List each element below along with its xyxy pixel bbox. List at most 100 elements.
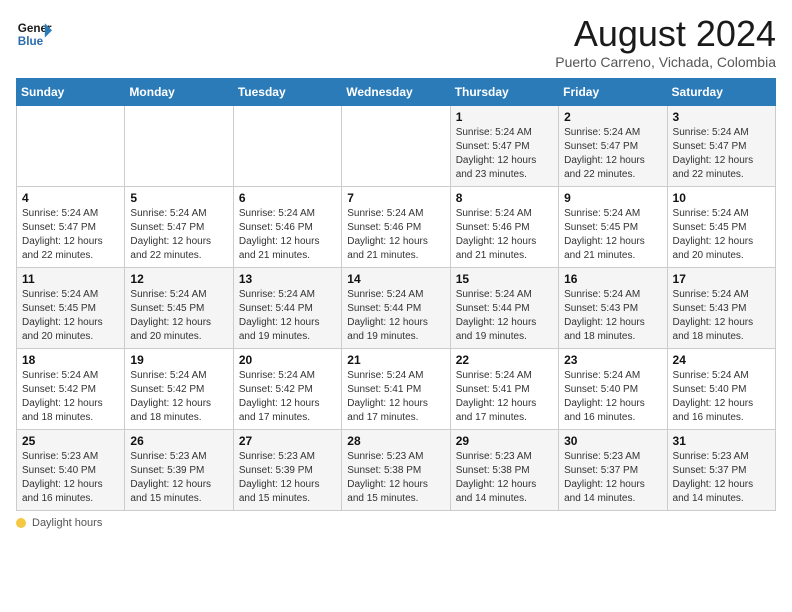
calendar-week-1: 1Sunrise: 5:24 AMSunset: 5:47 PMDaylight…: [17, 106, 776, 187]
day-info: Sunrise: 5:24 AMSunset: 5:45 PMDaylight:…: [564, 207, 661, 263]
day-number: 29: [456, 434, 553, 448]
day-number: 4: [22, 191, 119, 205]
day-number: 23: [564, 353, 661, 367]
header-cell-monday: Monday: [125, 79, 233, 106]
calendar-cell: 2Sunrise: 5:24 AMSunset: 5:47 PMDaylight…: [559, 106, 667, 187]
calendar-cell: 30Sunrise: 5:23 AMSunset: 5:37 PMDayligh…: [559, 430, 667, 511]
day-info: Sunrise: 5:23 AMSunset: 5:38 PMDaylight:…: [347, 450, 444, 506]
calendar-cell: 12 Sunrise: 5:24 AMSunset: 5:45 PMDayligh…: [125, 268, 233, 349]
logo-icon: General Blue: [16, 16, 52, 52]
day-info: Sunrise: 5:24 AMSunset: 5:41 PMDaylight:…: [347, 369, 444, 425]
day-info: Sunrise: 5:24 AMSunset: 5:44 PMDaylight:…: [347, 288, 444, 344]
day-number: 28: [347, 434, 444, 448]
calendar-cell: 7 Sunrise: 5:24 AMSunset: 5:46 PMDaylight…: [342, 187, 450, 268]
day-info: Sunrise: 5:24 AMSunset: 5:44 PMDaylight:…: [456, 288, 553, 344]
day-number: 5: [130, 191, 227, 205]
header-cell-wednesday: Wednesday: [342, 79, 450, 106]
day-number: 13: [239, 272, 336, 286]
day-info: Sunrise: 5:24 AMSunset: 5:47 PMDaylight:…: [22, 207, 119, 263]
day-info: Sunrise: 5:24 AMSunset: 5:47 PMDaylight:…: [456, 126, 553, 182]
calendar-cell: 14 Sunrise: 5:24 AMSunset: 5:44 PMDayligh…: [342, 268, 450, 349]
day-info: Sunrise: 5:23 AMSunset: 5:39 PMDaylight:…: [239, 450, 336, 506]
day-info: Sunrise: 5:24 AMSunset: 5:40 PMDaylight:…: [564, 369, 661, 425]
calendar-cell: 23 Sunrise: 5:24 AMSunset: 5:40 PMDayligh…: [559, 349, 667, 430]
header-cell-sunday: Sunday: [17, 79, 125, 106]
calendar-cell: 13Sunrise: 5:24 AMSunset: 5:44 PMDayligh…: [233, 268, 341, 349]
day-info: Sunrise: 5:24 AMSunset: 5:46 PMDaylight:…: [456, 207, 553, 263]
calendar-cell: 9Sunrise: 5:24 AMSunset: 5:45 PMDaylight…: [559, 187, 667, 268]
day-number: 25: [22, 434, 119, 448]
location: Puerto Carreno, Vichada, Colombia: [555, 54, 776, 70]
header-cell-friday: Friday: [559, 79, 667, 106]
day-number: 21: [347, 353, 444, 367]
daylight-label: Daylight hours: [32, 517, 102, 529]
day-number: 22: [456, 353, 553, 367]
svg-text:Blue: Blue: [18, 35, 44, 48]
day-info: Sunrise: 5:24 AMSunset: 5:45 PMDaylight:…: [22, 288, 119, 344]
day-info: Sunrise: 5:23 AMSunset: 5:38 PMDaylight:…: [456, 450, 553, 506]
day-info: Sunrise: 5:24 AMSunset: 5:45 PMDaylight:…: [130, 288, 227, 344]
calendar-cell: 18 Sunrise: 5:24 AMSunset: 5:42 PMDayligh…: [17, 349, 125, 430]
calendar-week-2: 4 Sunrise: 5:24 AMSunset: 5:47 PMDaylight…: [17, 187, 776, 268]
day-number: 11: [22, 272, 119, 286]
calendar-cell: [342, 106, 450, 187]
day-info: Sunrise: 5:24 AMSunset: 5:42 PMDaylight:…: [239, 369, 336, 425]
calendar-cell: 29 Sunrise: 5:23 AMSunset: 5:38 PMDayligh…: [450, 430, 558, 511]
day-number: 12: [130, 272, 227, 286]
day-number: 19: [130, 353, 227, 367]
day-info: Sunrise: 5:24 AMSunset: 5:47 PMDaylight:…: [673, 126, 770, 182]
day-info: Sunrise: 5:24 AMSunset: 5:42 PMDaylight:…: [22, 369, 119, 425]
calendar-cell: 1Sunrise: 5:24 AMSunset: 5:47 PMDaylight…: [450, 106, 558, 187]
day-info: Sunrise: 5:24 AMSunset: 5:43 PMDaylight:…: [673, 288, 770, 344]
calendar-header: SundayMondayTuesdayWednesdayThursdayFrid…: [17, 79, 776, 106]
calendar-cell: [125, 106, 233, 187]
day-number: 7: [347, 191, 444, 205]
footer-note: Daylight hours: [16, 517, 776, 529]
calendar-body: 1Sunrise: 5:24 AMSunset: 5:47 PMDaylight…: [17, 106, 776, 511]
day-info: Sunrise: 5:24 AMSunset: 5:42 PMDaylight:…: [130, 369, 227, 425]
day-number: 16: [564, 272, 661, 286]
day-number: 17: [673, 272, 770, 286]
logo: General Blue: [16, 16, 52, 52]
calendar-cell: 31 Sunrise: 5:23 AMSunset: 5:37 PMDayligh…: [667, 430, 775, 511]
day-info: Sunrise: 5:23 AMSunset: 5:40 PMDaylight:…: [22, 450, 119, 506]
calendar-week-5: 25 Sunrise: 5:23 AMSunset: 5:40 PMDayligh…: [17, 430, 776, 511]
day-info: Sunrise: 5:24 AMSunset: 5:47 PMDaylight:…: [130, 207, 227, 263]
day-number: 26: [130, 434, 227, 448]
calendar-cell: 17 Sunrise: 5:24 AMSunset: 5:43 PMDayligh…: [667, 268, 775, 349]
day-info: Sunrise: 5:24 AMSunset: 5:45 PMDaylight:…: [673, 207, 770, 263]
calendar-table: SundayMondayTuesdayWednesdayThursdayFrid…: [16, 78, 776, 511]
header-cell-saturday: Saturday: [667, 79, 775, 106]
day-number: 27: [239, 434, 336, 448]
day-info: Sunrise: 5:24 AMSunset: 5:46 PMDaylight:…: [347, 207, 444, 263]
day-number: 20: [239, 353, 336, 367]
day-info: Sunrise: 5:24 AMSunset: 5:47 PMDaylight:…: [564, 126, 661, 182]
day-number: 18: [22, 353, 119, 367]
calendar-week-3: 11 Sunrise: 5:24 AMSunset: 5:45 PMDayligh…: [17, 268, 776, 349]
calendar-cell: 20 Sunrise: 5:24 AMSunset: 5:42 PMDayligh…: [233, 349, 341, 430]
day-info: Sunrise: 5:23 AMSunset: 5:37 PMDaylight:…: [564, 450, 661, 506]
day-info: Sunrise: 5:23 AMSunset: 5:37 PMDaylight:…: [673, 450, 770, 506]
month-title: August 2024: [555, 16, 776, 52]
day-number: 14: [347, 272, 444, 286]
calendar-cell: 25 Sunrise: 5:23 AMSunset: 5:40 PMDayligh…: [17, 430, 125, 511]
header-row: SundayMondayTuesdayWednesdayThursdayFrid…: [17, 79, 776, 106]
calendar-cell: 28 Sunrise: 5:23 AMSunset: 5:38 PMDayligh…: [342, 430, 450, 511]
calendar-cell: 3 Sunrise: 5:24 AMSunset: 5:47 PMDaylight…: [667, 106, 775, 187]
day-number: 31: [673, 434, 770, 448]
day-info: Sunrise: 5:24 AMSunset: 5:46 PMDaylight:…: [239, 207, 336, 263]
calendar-cell: 22 Sunrise: 5:24 AMSunset: 5:41 PMDayligh…: [450, 349, 558, 430]
calendar-cell: 24Sunrise: 5:24 AMSunset: 5:40 PMDayligh…: [667, 349, 775, 430]
calendar-cell: 19 Sunrise: 5:24 AMSunset: 5:42 PMDayligh…: [125, 349, 233, 430]
calendar-cell: 15Sunrise: 5:24 AMSunset: 5:44 PMDayligh…: [450, 268, 558, 349]
day-info: Sunrise: 5:24 AMSunset: 5:41 PMDaylight:…: [456, 369, 553, 425]
day-number: 8: [456, 191, 553, 205]
calendar-cell: 21 Sunrise: 5:24 AMSunset: 5:41 PMDayligh…: [342, 349, 450, 430]
daylight-icon: [16, 518, 26, 528]
calendar-cell: 26 Sunrise: 5:23 AMSunset: 5:39 PMDayligh…: [125, 430, 233, 511]
calendar-cell: 16Sunrise: 5:24 AMSunset: 5:43 PMDayligh…: [559, 268, 667, 349]
day-number: 3: [673, 110, 770, 124]
calendar-week-4: 18 Sunrise: 5:24 AMSunset: 5:42 PMDayligh…: [17, 349, 776, 430]
day-info: Sunrise: 5:23 AMSunset: 5:39 PMDaylight:…: [130, 450, 227, 506]
calendar-cell: [233, 106, 341, 187]
